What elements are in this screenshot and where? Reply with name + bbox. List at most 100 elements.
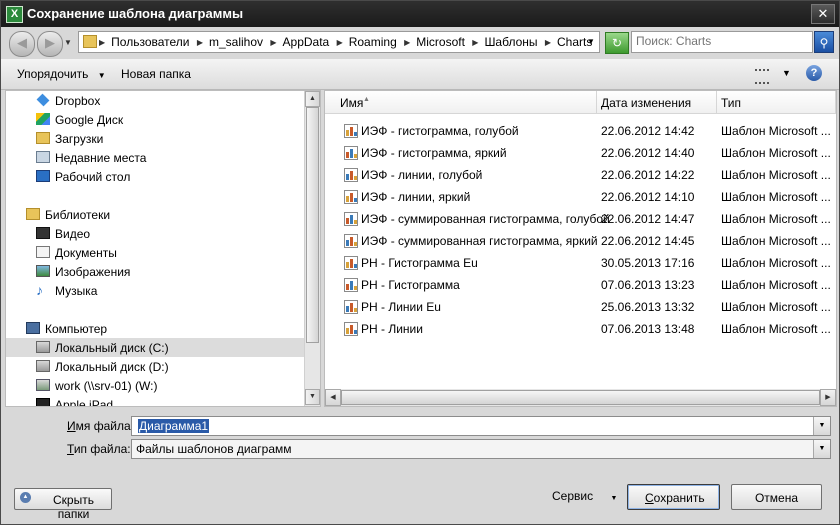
breadcrumb-item[interactable]: Пользователи (111, 35, 189, 49)
file-date: 07.06.2013 13:48 (601, 322, 695, 336)
file-row[interactable]: ИЭФ - линии, яркий 22.06.2012 14:10 Шаблон… (339, 186, 836, 208)
nav-item-libraries[interactable]: Библиотеки (6, 205, 304, 224)
nav-item-drive-d[interactable]: Локальный диск (D:) (6, 357, 304, 376)
chart-template-icon (344, 322, 358, 336)
scroll-left-button[interactable]: ◀ (325, 389, 341, 406)
column-header-type[interactable]: Тип (717, 91, 836, 114)
file-name: РН - Линии (361, 322, 423, 336)
nav-item-video[interactable]: Видео (6, 224, 304, 243)
breadcrumb-item[interactable]: Шаблоны (484, 35, 537, 49)
address-dropdown[interactable]: ▼ (585, 35, 597, 49)
file-date: 22.06.2012 14:10 (601, 190, 695, 204)
file-row[interactable]: РН - Гистограмма Eu 30.05.2013 17:16 Шабло… (339, 252, 836, 274)
scroll-thumb[interactable] (306, 107, 319, 343)
nav-scrollbar[interactable]: ▲ ▼ (304, 91, 320, 406)
scroll-right-button[interactable]: ▶ (820, 389, 836, 406)
cancel-button[interactable]: Отмена (731, 484, 822, 510)
file-date: 22.06.2012 14:45 (601, 234, 695, 248)
drive-icon (36, 360, 50, 372)
nav-item-drive-c[interactable]: Локальный диск (C:) (6, 338, 304, 357)
nav-item-ipad[interactable]: Apple iPad (6, 395, 304, 406)
recent-pages-dropdown[interactable]: ▼ (64, 37, 72, 49)
libraries-icon (26, 208, 40, 220)
filetype-label-accel: Т (67, 442, 74, 456)
search-input[interactable] (632, 32, 818, 50)
chevron-right-icon[interactable]: ▶ (404, 38, 410, 47)
filename-field[interactable]: Диаграмма1 ▼ (131, 416, 831, 436)
forward-arrow-icon: ▶ (45, 35, 55, 50)
scroll-down-button[interactable]: ▼ (305, 389, 320, 405)
window-title: Сохранение шаблона диаграммы (27, 6, 244, 21)
sort-ascending-icon: ▲ (363, 96, 370, 103)
nav-item-computer[interactable]: Компьютер (6, 319, 304, 338)
refresh-button[interactable]: ↻ (605, 32, 629, 54)
nav-item-documents[interactable]: Документы (6, 243, 304, 262)
nav-item-google-drive[interactable]: Google Диск (6, 110, 304, 129)
hscroll-thumb[interactable] (341, 390, 820, 405)
nav-item-label: Изображения (55, 265, 131, 279)
chevron-down-icon: ▼ (97, 71, 106, 80)
nav-item-label: Локальный диск (C:) (55, 341, 169, 355)
nav-item-desktop[interactable]: Рабочий стол (6, 167, 304, 186)
nav-item-recent-places[interactable]: Недавние места (6, 148, 304, 167)
chevron-right-icon[interactable]: ▶ (197, 38, 203, 47)
chevron-right-icon[interactable]: ▶ (337, 38, 343, 47)
search-icon[interactable]: ⚲ (814, 31, 834, 53)
breadcrumb-item[interactable]: Microsoft (416, 35, 465, 49)
view-options-dropdown[interactable]: ▼ (782, 68, 791, 78)
file-row[interactable]: РН - Линии 07.06.2013 13:48 Шаблон Microso… (339, 318, 836, 340)
breadcrumb[interactable]: ▶ Пользователи ▶ m_salihov ▶ AppData ▶ Roami… (78, 31, 600, 53)
file-row[interactable]: ИЭФ - суммированная гистограмма, яркий 22… (339, 230, 836, 252)
nav-item-dropbox[interactable]: Dropbox (6, 91, 304, 110)
organize-label: Упорядочить (17, 67, 89, 81)
file-row[interactable]: ИЭФ - гистограмма, голубой 22.06.2012 14:… (339, 120, 836, 142)
hide-folders-button[interactable]: ▲ Скрыть папки (14, 488, 112, 521)
nav-item-music[interactable]: ♪ Музыка (6, 281, 304, 300)
drive-icon (36, 341, 50, 353)
close-button[interactable]: ✕ (811, 4, 835, 24)
back-button[interactable]: ◀ (9, 31, 35, 57)
network-drive-icon (36, 379, 50, 391)
nav-item-network-drive-w[interactable]: work (\\srv-01) (W:) (6, 376, 304, 395)
nav-item-label: work (\\srv-01) (W:) (55, 379, 158, 393)
file-row[interactable]: РН - Линии Eu 25.06.2013 13:32 Шаблон Micr… (339, 296, 836, 318)
filetype-label: Тип файла: (67, 442, 131, 456)
filename-value[interactable]: Диаграмма1 (138, 419, 210, 433)
organize-button[interactable]: Упорядочить ▼ (17, 67, 106, 81)
chevron-up-icon: ▲ (20, 492, 31, 503)
column-header-name[interactable]: Имя ▲ (325, 91, 597, 114)
search-box[interactable] (631, 31, 818, 53)
breadcrumb-item[interactable]: AppData (283, 35, 330, 49)
new-folder-button[interactable]: Новая папка (121, 67, 191, 81)
column-header-date[interactable]: Дата изменения (597, 91, 717, 114)
file-type: Шаблон Microsoft ... (721, 256, 831, 270)
service-button[interactable]: Сервис ▼ (552, 489, 617, 503)
file-row[interactable]: ИЭФ - гистограмма, яркий 22.06.2012 14:40… (339, 142, 836, 164)
file-row[interactable]: ИЭФ - суммированная гистограмма, голубой… (339, 208, 836, 230)
chevron-right-icon[interactable]: ▶ (545, 38, 551, 47)
file-list-hscrollbar[interactable]: ◀ ▶ (325, 389, 836, 406)
file-type: Шаблон Microsoft ... (721, 124, 831, 138)
file-row[interactable]: РН - Гистограмма 07.06.2013 13:23 Шаблон M… (339, 274, 836, 296)
filetype-select[interactable]: Файлы шаблонов диаграмм ▼ (131, 439, 831, 459)
chart-template-icon (344, 212, 358, 226)
file-name: РН - Линии Eu (361, 300, 441, 314)
file-row[interactable]: ИЭФ - линии, голубой 22.06.2012 14:22 Шабл… (339, 164, 836, 186)
filename-label-text: мя файла: (75, 419, 134, 433)
filename-dropdown[interactable]: ▼ (813, 417, 830, 435)
filename-label-accel: И (67, 419, 76, 433)
view-list-icon[interactable] (755, 69, 769, 84)
chevron-right-icon[interactable]: ▶ (270, 38, 276, 47)
breadcrumb-item[interactable]: Roaming (349, 35, 397, 49)
scroll-up-button[interactable]: ▲ (305, 91, 320, 107)
nav-item-downloads[interactable]: Загрузки (6, 129, 304, 148)
breadcrumb-item[interactable]: m_salihov (209, 35, 263, 49)
nav-item-pictures[interactable]: Изображения (6, 262, 304, 281)
save-button[interactable]: Сохранить (627, 484, 720, 510)
chevron-right-icon[interactable]: ▶ (472, 38, 478, 47)
filetype-dropdown[interactable]: ▼ (813, 440, 830, 458)
forward-button[interactable]: ▶ (37, 31, 63, 57)
help-icon[interactable]: ? (806, 65, 822, 81)
chevron-right-icon[interactable]: ▶ (99, 38, 105, 47)
cancel-label: Отмена (754, 491, 799, 505)
